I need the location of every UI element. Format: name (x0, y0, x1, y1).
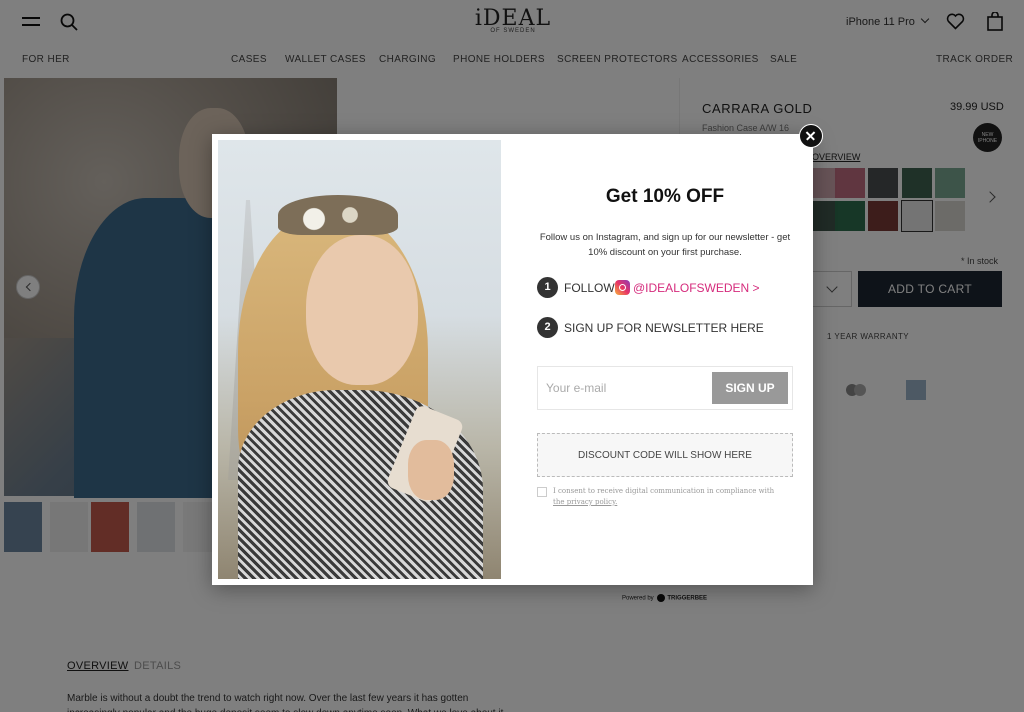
step-label: SIGN UP FOR NEWSLETTER HERE (564, 321, 764, 335)
modal-description: Follow us on Instagram, and sign up for … (539, 232, 791, 258)
step-number: 1 (537, 277, 558, 298)
close-modal-button[interactable] (799, 124, 823, 148)
step-label: FOLLOW (564, 281, 615, 295)
signup-button[interactable]: SIGN UP (712, 372, 788, 404)
step-signup: 2 SIGN UP FOR NEWSLETTER HERE (537, 317, 797, 339)
privacy-policy-link[interactable]: the privacy policy. (553, 498, 617, 506)
model-photo (218, 140, 501, 579)
instagram-icon[interactable] (615, 280, 630, 295)
modal-title: Get 10% OFF (605, 186, 725, 207)
consent-checkbox[interactable] (537, 487, 547, 497)
signup-form: SIGN UP (537, 366, 793, 410)
step-number: 2 (537, 317, 558, 338)
step-follow: 1 FOLLOW @IDEALOFSWEDEN > (537, 277, 797, 299)
email-field[interactable] (546, 373, 706, 403)
instagram-link[interactable]: @IDEALOFSWEDEN > (633, 281, 760, 295)
discount-code-box: DISCOUNT CODE WILL SHOW HERE (537, 433, 793, 477)
consent-label: I consent to receive digital communicati… (553, 487, 775, 506)
